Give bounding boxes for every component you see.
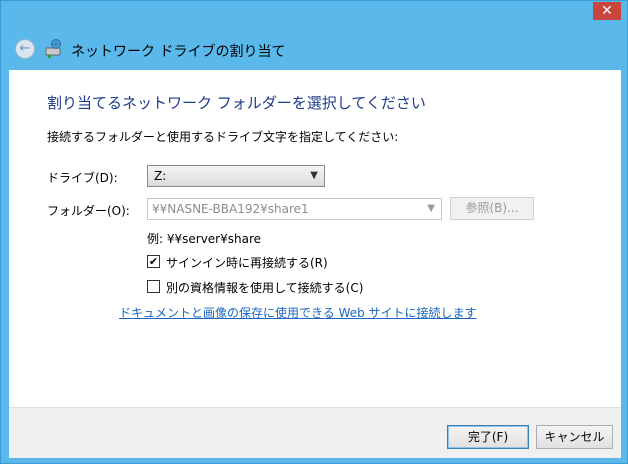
- chevron-down-icon: ▼: [427, 203, 435, 214]
- web-site-link[interactable]: ドキュメントと画像の保存に使用できる Web サイトに接続します: [119, 304, 477, 321]
- cancel-button[interactable]: キャンセル: [536, 425, 613, 449]
- dialog-content: 割り当てるネットワーク フォルダーを選択してください 接続するフォルダーと使用す…: [9, 70, 621, 407]
- finish-button[interactable]: 完了(F): [447, 425, 529, 449]
- drive-select-value: Z:: [154, 169, 167, 183]
- dialog-title: ネットワーク ドライブの割り当て: [71, 44, 286, 60]
- drive-label: ドライブ(D):: [47, 171, 118, 185]
- browse-button[interactable]: 参照(B)...: [450, 197, 534, 220]
- back-button[interactable]: ←: [15, 39, 35, 59]
- dialog-header: ← ネットワーク ドライブの割り当て: [9, 31, 619, 69]
- drive-select[interactable]: Z: ▼: [147, 165, 325, 187]
- page-heading: 割り当てるネットワーク フォルダーを選択してください: [47, 94, 426, 112]
- other-credentials-checkbox[interactable]: [147, 280, 160, 293]
- network-drive-icon: [45, 39, 61, 58]
- other-credentials-label: 別の資格情報を使用して接続する(C): [166, 281, 364, 295]
- close-button[interactable]: ✕: [593, 2, 621, 20]
- folder-label: フォルダー(O):: [47, 204, 130, 218]
- close-icon: ✕: [601, 3, 613, 19]
- example-text: 例: ¥¥server¥share: [147, 232, 262, 246]
- dialog-window: ✕ ← ネットワーク ドライブの割り当て 割り当てるネットワーク フォルダーを選…: [0, 0, 628, 464]
- chevron-down-icon: ▼: [310, 170, 318, 181]
- instruction-text: 接続するフォルダーと使用するドライブ文字を指定してください:: [47, 130, 399, 144]
- reconnect-checkbox[interactable]: ✔: [147, 255, 160, 268]
- reconnect-label: サインイン時に再接続する(R): [166, 256, 328, 270]
- check-mark-icon: ✔: [148, 255, 159, 268]
- dialog-footer: 完了(F) キャンセル: [9, 407, 621, 458]
- folder-combobox[interactable]: ¥¥NASNE-BBA192¥share1 ▼: [147, 198, 442, 220]
- back-arrow-icon: ←: [19, 41, 31, 56]
- folder-input-value: ¥¥NASNE-BBA192¥share1: [152, 202, 309, 216]
